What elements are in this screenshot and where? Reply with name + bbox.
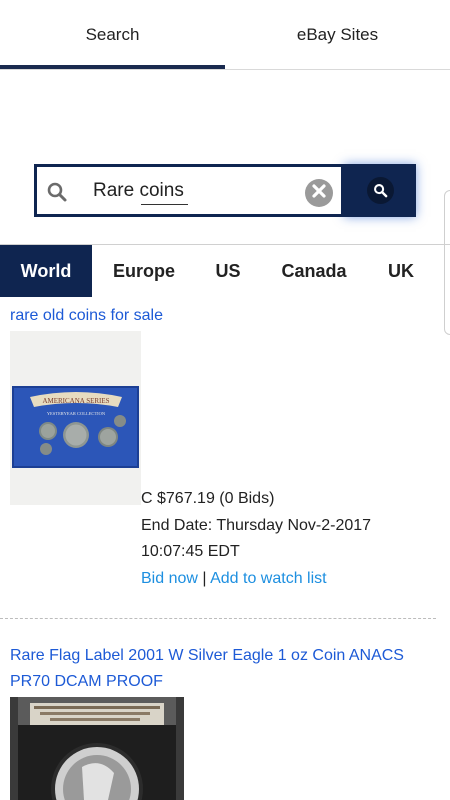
tab-search[interactable]: Search — [0, 0, 225, 69]
search-button[interactable] — [344, 164, 416, 217]
search-icon — [46, 181, 68, 208]
listing-thumbnail[interactable] — [10, 697, 184, 800]
region-tab-uk[interactable]: UK — [368, 245, 434, 297]
region-tab-canada[interactable]: Canada — [260, 245, 368, 297]
listing-details: C $767.19 (0 Bids) End Date: Thursday No… — [141, 486, 371, 592]
listing-divider — [0, 618, 436, 619]
region-tab-us[interactable]: US — [196, 245, 260, 297]
listing-actions: Bid now | Add to watch list — [141, 566, 371, 593]
listing-title-line: PR70 DCAM PROOF — [10, 673, 163, 690]
search-button-icon — [366, 177, 394, 204]
region-tab-label: UK — [388, 260, 414, 281]
region-tab-label: Canada — [281, 260, 347, 281]
region-tab-europe[interactable]: Europe — [92, 245, 196, 297]
spellcheck-underline — [141, 204, 188, 205]
bid-now-link[interactable]: Bid now — [141, 570, 198, 587]
image-banner-text: AMERICANA SERIES — [42, 397, 109, 405]
listing-title-link[interactable]: Rare Flag Label 2001 W Silver Eagle 1 oz… — [10, 643, 440, 695]
listing-price: C $767.19 (0 Bids) — [141, 490, 275, 507]
search-input[interactable] — [93, 177, 293, 205]
add-to-watch-list-link[interactable]: Add to watch list — [210, 570, 327, 587]
clear-circle-icon — [311, 183, 327, 204]
action-separator: | — [202, 569, 207, 587]
search-bar — [34, 164, 416, 217]
image-subbanner-text: YESTERYEAR COLLECTION — [47, 411, 106, 416]
tab-ebay-sites[interactable]: eBay Sites — [225, 0, 450, 69]
listing-title-line: Rare Flag Label 2001 W Silver Eagle 1 oz… — [10, 647, 404, 664]
ebay-search-page: Search eBay Sites Rare coins World Europ… — [0, 0, 450, 800]
tab-ebay-sites-label: eBay Sites — [296, 24, 379, 44]
region-tab-label: US — [215, 260, 241, 281]
listing-title-link[interactable]: rare old coins for sale — [10, 303, 163, 329]
edge-panel-handle[interactable] — [444, 190, 450, 335]
clear-search-button[interactable] — [305, 179, 333, 207]
region-tab-label: World — [20, 260, 72, 281]
region-tab-world[interactable]: World — [0, 245, 92, 297]
listing-end-date: End Date: Thursday Nov-2-2017 — [141, 516, 372, 534]
top-tab-bar: Search eBay Sites — [0, 0, 450, 70]
region-tab-bar: World Europe US Canada UK — [0, 245, 434, 297]
tab-search-label: Search — [85, 24, 140, 44]
region-tab-label: Europe — [112, 260, 175, 281]
listing-thumbnail[interactable]: AMERICANA SERIES YESTERYEAR COLLECTION — [10, 331, 141, 505]
listing-end-time: 10:07:45 EDT — [141, 543, 240, 560]
search-field — [34, 164, 344, 217]
